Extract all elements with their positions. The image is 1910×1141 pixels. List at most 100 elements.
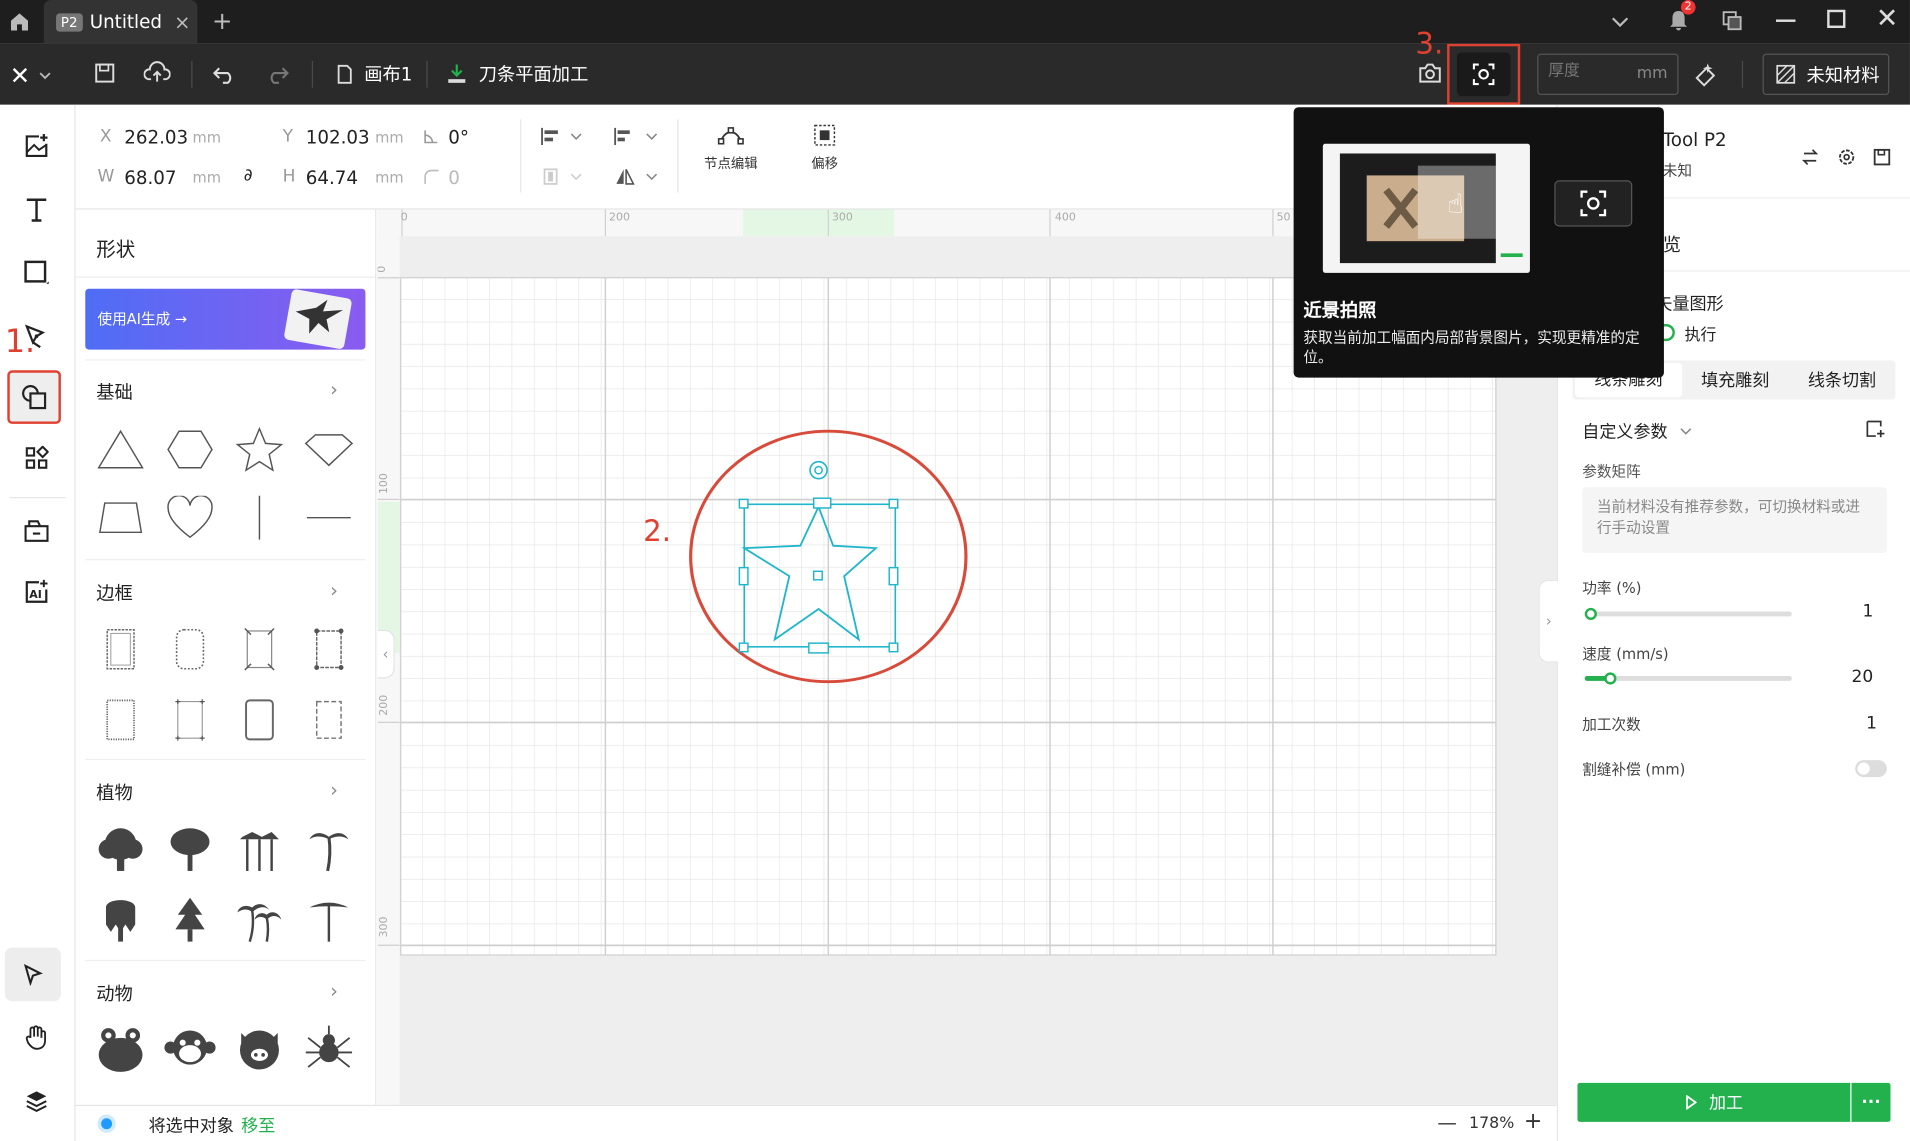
save-preset-icon[interactable] [1865,419,1887,438]
tree-willow-icon[interactable] [90,889,151,950]
power-slider[interactable] [1584,607,1792,621]
flip-button[interactable] [614,167,658,186]
rectangle-tool-button[interactable] [10,246,64,300]
home-icon[interactable] [7,10,31,34]
border-frame-5[interactable] [90,689,151,750]
distribute-button[interactable] [541,167,582,186]
tree-pines-icon[interactable] [229,819,290,880]
horizontal-line-shape[interactable] [298,487,359,548]
y-value[interactable]: 102.03 [306,127,370,149]
pig-icon[interactable] [229,1018,290,1079]
swap-icon[interactable] [1801,149,1819,166]
close-tab-icon[interactable]: × [174,10,190,33]
text-tool-button[interactable] [10,183,64,237]
border-frame-3[interactable] [229,619,290,680]
collapse-library-handle[interactable]: ‹ [377,629,395,679]
image-tool-button[interactable] [10,119,64,173]
border-frame-8[interactable] [298,689,359,750]
heart-shape[interactable] [160,487,221,548]
camera-icon[interactable] [1418,62,1442,84]
node-edit-button[interactable]: 节点编辑 [694,124,767,173]
process-more-button[interactable]: ··· [1851,1082,1891,1122]
w-value[interactable]: 68.07 [124,167,176,189]
material-button[interactable]: 未知材料 [1762,53,1890,96]
palm-tree-icon[interactable] [298,819,359,880]
layers-button[interactable] [10,1074,64,1128]
hexagon-shape[interactable] [160,419,221,480]
x-value[interactable]: 262.03 [124,127,188,149]
collapse-panel-handle[interactable]: › [1538,579,1558,663]
minimize-icon[interactable] [1775,19,1796,22]
document-tab[interactable]: P2 Untitled × [43,0,198,44]
mode-selector[interactable]: 刀条平面加工 [446,61,588,87]
project-library-button[interactable] [10,504,64,558]
tree-spread-icon[interactable] [160,819,221,880]
undo-icon[interactable] [212,63,236,85]
power-slider-knob[interactable] [1584,607,1597,621]
canvas-selector[interactable]: 画布1 [336,61,412,87]
zoom-out-button[interactable]: — [1437,1111,1456,1134]
monkey-icon[interactable] [160,1018,221,1079]
chevron-right-icon[interactable]: › [330,979,338,1002]
save-icon[interactable] [94,62,116,84]
lock-ratio-icon[interactable]: ∂ [244,166,253,185]
border-frame-7[interactable] [229,689,290,750]
align-left-button[interactable] [614,127,658,146]
pine-tree-icon[interactable] [160,889,221,950]
tab-line-cut[interactable]: 线条切割 [1789,368,1896,392]
app-menu-button[interactable]: ✕ [10,61,52,90]
speed-value[interactable]: 20 [1852,668,1874,687]
cloud-upload-icon[interactable] [143,61,171,85]
hand-tool-button[interactable] [10,1011,64,1065]
chevron-right-icon[interactable]: › [330,378,338,401]
angle-value[interactable]: 0° [448,127,469,149]
frog-icon[interactable] [90,1018,151,1079]
trapezoid-shape[interactable] [90,487,151,548]
tab-fill-engrave[interactable]: 填充雕刻 [1682,368,1789,392]
umbrella-tree-icon[interactable] [298,889,359,950]
custom-params-label: 自定义参数 [1582,422,1668,443]
settings-gear-icon[interactable] [1837,147,1856,166]
spider-icon[interactable] [298,1018,359,1079]
radius-value[interactable]: 0 [448,167,460,189]
custom-params-dropdown[interactable]: 自定义参数 [1582,419,1692,443]
zoom-in-button[interactable]: + [1524,1108,1542,1134]
multi-window-icon[interactable] [1721,10,1743,32]
select-tool-button[interactable] [4,947,61,1002]
chevron-down-icon[interactable] [1610,15,1629,30]
maximize-icon[interactable] [1827,9,1846,29]
speed-slider-knob[interactable] [1603,672,1616,685]
vertical-line-shape[interactable] [229,487,290,548]
close-window-icon[interactable]: ✕ [1876,4,1898,34]
elements-tool-button[interactable] [10,431,64,485]
border-frame-4[interactable] [298,619,359,680]
ai-image-button[interactable]: AI [10,565,64,619]
thickness-input[interactable] [1548,62,1622,81]
process-button[interactable]: 加工 [1577,1082,1851,1122]
kerf-toggle[interactable] [1855,760,1887,778]
border-frame-2[interactable] [160,619,221,680]
border-frame-1[interactable] [90,619,151,680]
ai-generate-banner[interactable]: 使用AI生成 → [85,288,366,350]
align-vertical-button[interactable] [541,127,582,146]
triangle-shape[interactable] [90,419,151,480]
closeup-photo-button[interactable] [1456,52,1511,97]
chevron-right-icon[interactable]: › [330,579,338,602]
star-shape[interactable] [229,419,290,480]
new-tab-icon[interactable]: + [212,6,232,35]
auto-measure-icon[interactable] [1693,61,1720,88]
speed-slider[interactable] [1584,672,1792,685]
chevron-right-icon[interactable]: › [330,778,338,801]
border-frame-6[interactable] [160,689,221,750]
palm-cluster-icon[interactable] [229,889,290,950]
diamond-gem-shape[interactable] [298,419,359,480]
offset-button[interactable]: 偏移 [788,124,861,173]
move-to-link[interactable]: 移至 [241,1113,275,1137]
h-value[interactable]: 64.74 [306,167,358,189]
save-params-icon[interactable] [1872,147,1891,166]
tree-round-icon[interactable] [90,819,151,880]
passes-value[interactable]: 1 [1866,714,1877,733]
redo-icon[interactable] [266,63,290,85]
thickness-field[interactable]: mm [1537,53,1679,96]
power-value[interactable]: 1 [1862,602,1873,621]
